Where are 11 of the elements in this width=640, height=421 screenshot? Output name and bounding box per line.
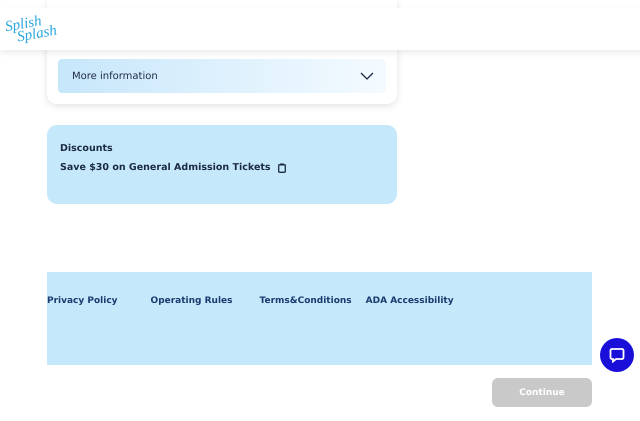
speech-bubble-icon — [609, 347, 625, 363]
footer-link[interactable]: Terms&Conditions — [260, 296, 352, 365]
footer-link[interactable]: Privacy Policy — [47, 296, 118, 365]
discount-text: Save $30 on General Admission Tickets — [60, 162, 271, 173]
more-information-accordion[interactable]: More information — [58, 59, 386, 93]
footer-link[interactable]: Operating Rules — [150, 296, 233, 365]
discounts-title: Discounts — [60, 143, 114, 154]
chevron-icon — [360, 72, 374, 80]
clipboard-icon[interactable] — [278, 162, 286, 172]
chat-button[interactable] — [600, 338, 634, 372]
footer-link[interactable]: ADA Accessibility — [366, 296, 454, 365]
